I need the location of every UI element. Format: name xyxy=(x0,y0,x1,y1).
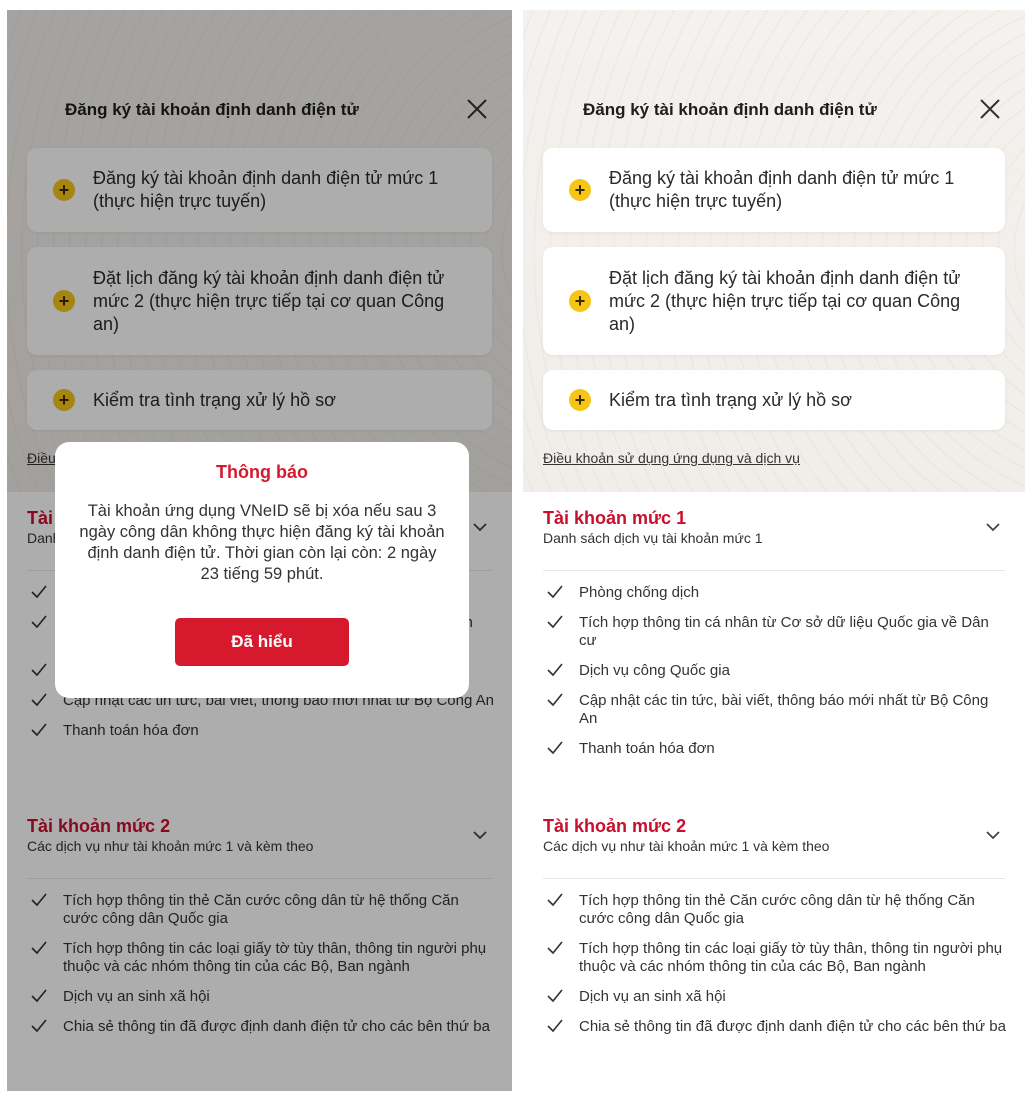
list-item: Chia sẻ thông tin đã được định danh điện… xyxy=(543,1018,1007,1036)
list-item: Tích hợp thông tin thẻ Căn cước công dân… xyxy=(543,892,1007,928)
right-phone-screen: Đăng ký tài khoản định danh điện tử + Đă… xyxy=(523,10,1025,1091)
level2-services-list: Tích hợp thông tin thẻ Căn cước công dân… xyxy=(543,892,1007,1048)
check-icon xyxy=(547,893,563,907)
register-level1-card[interactable]: + Đăng ký tài khoản định danh điện tử mứ… xyxy=(543,148,1005,232)
check-icon xyxy=(547,693,563,707)
section-subtitle: Các dịch vụ như tài khoản mức 1 và kèm t… xyxy=(543,838,830,854)
section-level2: Tài khoản mức 2 Các dịch vụ như tài khoả… xyxy=(543,816,1005,879)
check-status-card[interactable]: + Kiểm tra tình trạng xử lý hồ sơ xyxy=(543,370,1005,430)
plus-icon: + xyxy=(569,290,591,312)
dialog-title: Thông báo xyxy=(216,462,308,482)
close-icon[interactable] xyxy=(977,96,1003,122)
card-label: Đăng ký tài khoản định danh điện tử mức … xyxy=(609,168,955,211)
section-level1: Tài khoản mức 1 Danh sách dịch vụ tài kh… xyxy=(543,508,1005,571)
chevron-down-icon[interactable] xyxy=(985,830,1001,840)
level1-services-list: Phòng chống dịch Tích hợp thông tin cá n… xyxy=(543,584,1007,770)
list-item: Dịch vụ công Quốc gia xyxy=(543,662,1007,680)
chevron-down-icon[interactable] xyxy=(985,522,1001,532)
page-title: Đăng ký tài khoản định danh điện tử xyxy=(583,100,877,119)
check-icon xyxy=(547,663,563,677)
check-icon xyxy=(547,1019,563,1033)
check-icon xyxy=(547,941,563,955)
list-item: Phòng chống dịch xyxy=(543,584,1007,602)
section-title: Tài khoản mức 1 xyxy=(543,508,687,528)
schedule-level2-card[interactable]: + Đặt lịch đăng ký tài khoản định danh đ… xyxy=(543,247,1005,355)
list-item: Tích hợp thông tin các loại giấy tờ tùy … xyxy=(543,940,1007,976)
divider xyxy=(543,878,1005,879)
card-label: Đặt lịch đăng ký tài khoản định danh điệ… xyxy=(609,267,961,334)
left-phone-screen: Đăng ký tài khoản định danh điện tử + Đă… xyxy=(7,10,512,1091)
check-icon xyxy=(547,741,563,755)
notification-dialog: Thông báo Tài khoản ứng dụng VNeID sẽ bị… xyxy=(55,442,469,698)
section-title: Tài khoản mức 2 xyxy=(543,816,687,836)
divider xyxy=(543,570,1005,571)
section-subtitle: Danh sách dịch vụ tài khoản mức 1 xyxy=(543,530,763,546)
check-icon xyxy=(547,615,563,629)
list-item: Dịch vụ an sinh xã hội xyxy=(543,988,1007,1006)
understood-button[interactable]: Đã hiểu xyxy=(175,618,349,666)
terms-link[interactable]: Điều khoản sử dụng ứng dụng và dịch vụ xyxy=(543,450,800,466)
list-item: Tích hợp thông tin cá nhân từ Cơ sở dữ l… xyxy=(543,614,1007,650)
check-icon xyxy=(547,585,563,599)
list-item: Thanh toán hóa đơn xyxy=(543,740,1007,758)
list-item: Cập nhật các tin tức, bài viết, thông bá… xyxy=(543,692,1007,728)
card-label: Kiểm tra tình trạng xử lý hồ sơ xyxy=(609,389,852,410)
plus-icon: + xyxy=(569,179,591,201)
plus-icon: + xyxy=(569,389,591,411)
dialog-message: Tài khoản ứng dụng VNeID sẽ bị xóa nếu s… xyxy=(79,502,445,583)
check-icon xyxy=(547,989,563,1003)
